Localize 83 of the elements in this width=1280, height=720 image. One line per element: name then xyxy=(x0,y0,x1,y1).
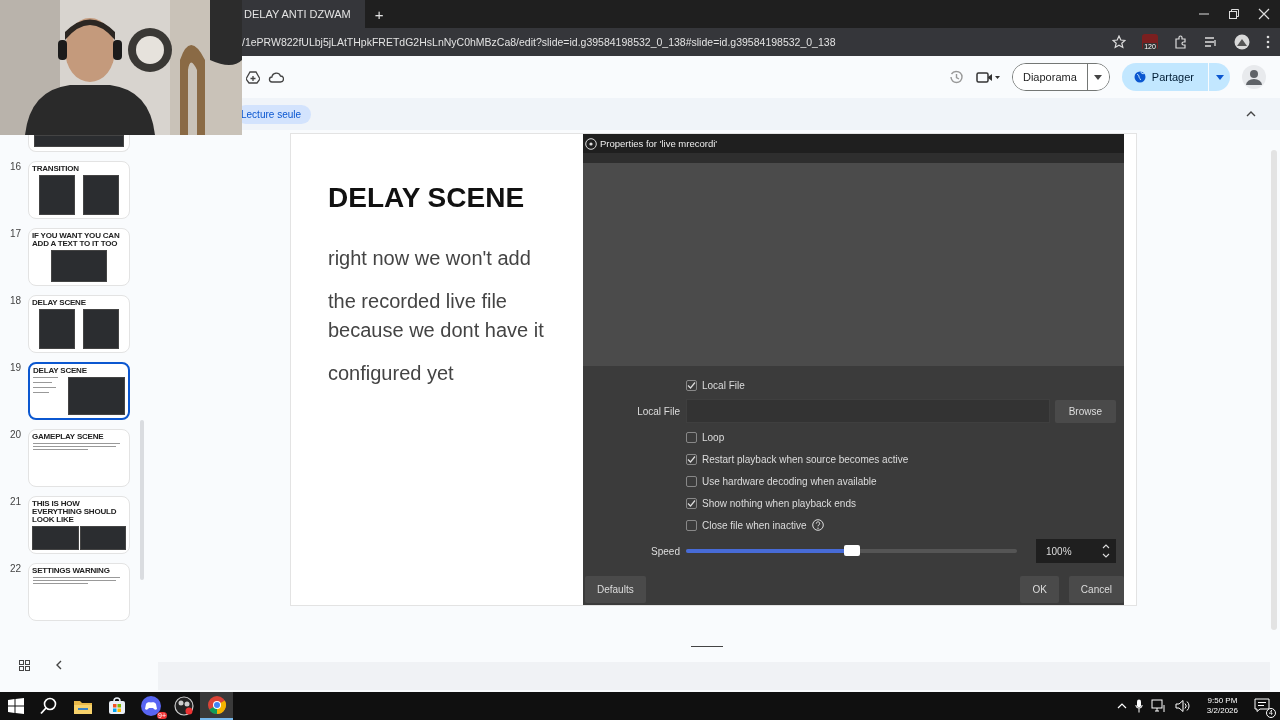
notes-resize-handle[interactable] xyxy=(691,646,723,647)
slide-thumbnail[interactable]: THIS IS HOW EVERYTHING SHOULD LOOK LIKE xyxy=(28,496,130,554)
slide-thumbnail[interactable] xyxy=(28,135,130,152)
folder-icon[interactable] xyxy=(74,698,92,714)
caret-icon xyxy=(1215,74,1224,80)
drive-add-icon[interactable] xyxy=(246,70,260,84)
speed-spinbox[interactable]: 100% xyxy=(1036,539,1116,563)
avatar-icon[interactable] xyxy=(1242,65,1266,89)
slide-paragraph: right now we won't add xyxy=(328,246,532,271)
star-icon[interactable] xyxy=(1112,35,1126,49)
slide-title: DELAY SCENE xyxy=(328,182,526,214)
slide-number: 16 xyxy=(9,161,23,172)
browse-button[interactable]: Browse xyxy=(1054,399,1116,423)
dialog-button[interactable]: OK xyxy=(1020,576,1059,603)
caret-icon xyxy=(1094,74,1103,80)
spin-arrows-icon[interactable] xyxy=(1102,543,1110,559)
checkbox-label: Use hardware decoding when available xyxy=(702,475,877,487)
share-button[interactable]: Partager xyxy=(1121,63,1208,91)
slide-thumbnail[interactable]: SETTINGS WARNING xyxy=(28,563,130,621)
scrollbar[interactable] xyxy=(1271,150,1277,630)
microphone-icon[interactable] xyxy=(1134,699,1143,713)
puzzle-icon[interactable] xyxy=(1174,35,1188,49)
new-tab-button[interactable]: + xyxy=(370,5,388,23)
cloud-icon[interactable] xyxy=(268,71,284,83)
globe-icon xyxy=(1133,71,1146,83)
field-label: Speed xyxy=(650,545,681,557)
checkbox-label: Local File xyxy=(702,379,745,391)
slide-number: 21 xyxy=(9,496,23,507)
media-icon[interactable] xyxy=(1204,35,1218,49)
checkbox-label: Restart playback when source becomes active xyxy=(702,453,909,465)
checkbox-label: Loop xyxy=(702,431,725,443)
slide-thumbnail[interactable]: GAMEPLAY SCENE xyxy=(28,429,130,487)
clock-time: 9:50 PM xyxy=(1207,696,1238,706)
checkbox-label: Close file when inactive xyxy=(702,519,807,531)
volume-icon[interactable] xyxy=(1174,699,1191,713)
help-icon[interactable] xyxy=(811,519,824,531)
slide-number: 17 xyxy=(9,228,23,239)
collapse-icon[interactable] xyxy=(1246,111,1256,117)
record-app-icon[interactable] xyxy=(173,696,194,716)
slide-thumbnail[interactable]: TRANSITION xyxy=(28,161,130,219)
restore-icon[interactable] xyxy=(1228,8,1240,20)
search-icon[interactable] xyxy=(40,697,58,715)
camera-icon[interactable] xyxy=(976,70,1000,84)
checkbox-label: Show nothing when playback ends xyxy=(702,497,856,509)
clock-date: 3/2/2026 xyxy=(1206,706,1238,716)
chevron-left-icon[interactable] xyxy=(56,660,62,670)
checkbox[interactable] xyxy=(686,431,697,443)
slide-number: 22 xyxy=(9,563,23,574)
profile-icon[interactable] xyxy=(1234,34,1250,50)
slide-paragraph: configured yet xyxy=(328,361,455,386)
chevron-up-icon[interactable] xyxy=(1116,703,1127,709)
slide-number: 20 xyxy=(9,429,23,440)
history-icon[interactable] xyxy=(948,69,964,85)
slide-thumbnail[interactable]: DELAY SCENE xyxy=(28,362,130,420)
slide-thumbnail[interactable]: DELAY SCENE xyxy=(28,295,130,353)
field-label: Local File xyxy=(636,405,681,417)
slideshow-button[interactable]: Diaporama xyxy=(1013,64,1087,90)
checkbox[interactable] xyxy=(686,497,697,509)
slide-paragraph: the recorded live file because we dont have it xyxy=(328,289,545,343)
dialog-button[interactable]: Cancel xyxy=(1068,576,1124,603)
checkbox[interactable] xyxy=(686,453,697,465)
slideshow-menu-button[interactable] xyxy=(1086,64,1109,90)
slide-thumbnail[interactable]: IF YOU WANT YOU CAN ADD A TEXT TO IT TOO xyxy=(28,228,130,286)
address-bar[interactable]: /1ePRW822fULbj5jLAtTHpkFRETdG2HsLnNyC0hMBzCa8/edit?slide=id.g39584198532_0_138#slide=id.g39584198532_0_138 xyxy=(242,36,1112,48)
checkbox[interactable] xyxy=(686,475,697,487)
checkbox[interactable] xyxy=(686,379,697,391)
close-icon[interactable] xyxy=(1258,8,1270,20)
checkbox[interactable] xyxy=(686,519,697,531)
dialog-title: Properties for 'live mrecordi' xyxy=(600,138,718,149)
grid-view-icon[interactable] xyxy=(19,659,30,671)
slide-number: 18 xyxy=(9,295,23,306)
app-logo-icon xyxy=(585,137,597,150)
slider-thumb[interactable] xyxy=(843,545,860,556)
share-menu-button[interactable] xyxy=(1208,63,1230,91)
windows-start-icon[interactable] xyxy=(8,698,24,714)
browser-tab[interactable]: DELAY ANTI DZWAM xyxy=(242,0,365,28)
menu-icon[interactable] xyxy=(1266,35,1270,49)
network-icon[interactable] xyxy=(1150,699,1167,713)
notification-icon[interactable] xyxy=(1254,698,1270,712)
browser-icon[interactable] xyxy=(206,695,227,715)
slide-number: 19 xyxy=(9,362,23,373)
dialog-button[interactable]: Defaults xyxy=(585,576,646,603)
store-icon[interactable] xyxy=(108,697,126,715)
